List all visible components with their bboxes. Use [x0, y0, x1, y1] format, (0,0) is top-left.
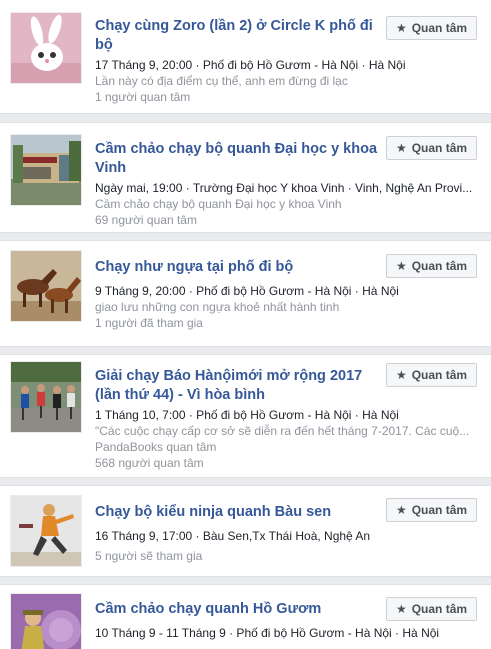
star-icon: ★ — [395, 141, 407, 155]
event-card: Chạy bộ kiểu ninja quanh Bàu sen 16 Thán… — [0, 485, 491, 577]
event-description: Lần này có địa điểm cụ thể, anh em đừng … — [95, 74, 348, 88]
interested-button[interactable]: ★ Quan tâm — [386, 363, 477, 387]
interested-button[interactable]: ★ Quan tâm — [386, 254, 477, 278]
interested-button[interactable]: ★ Quan tâm — [386, 16, 477, 40]
event-date-location: 9 Tháng 9, 20:00 · Phố đi bộ Hồ Gươm - H… — [95, 284, 399, 298]
event-card: Chạy cùng Zoro (lần 2) ở Circle K phố đi… — [0, 0, 491, 114]
event-card: Chạy như ngựa tại phố đi bộ 9 Tháng 9, 2… — [0, 240, 491, 347]
event-interest-count: 568 người quan tâm — [95, 456, 204, 470]
star-icon: ★ — [395, 259, 407, 273]
pan-warrior-image — [11, 594, 81, 649]
event-thumbnail-university[interactable] — [10, 134, 82, 206]
rabbit-image — [11, 13, 81, 83]
interested-button[interactable]: ★ Quan tâm — [386, 597, 477, 621]
event-list: Chạy cùng Zoro (lần 2) ở Circle K phố đi… — [0, 0, 491, 649]
event-date-location: 16 Tháng 9, 17:00 · Bàu Sen,Tx Thái Hoà,… — [95, 529, 371, 543]
event-title[interactable]: Cầm chảo chạy quanh Hồ Gươm — [95, 600, 377, 619]
horses-image — [11, 251, 81, 321]
star-icon: ★ — [395, 503, 407, 517]
event-date-location: Ngày mai, 19:00 · Trường Đại học Y khoa … — [95, 181, 473, 195]
event-description: "Các cuộc chạy cấp cơ sở sẽ diễn ra đến … — [95, 424, 470, 438]
event-thumbnail-ninja[interactable] — [10, 495, 82, 567]
event-card: Cầm chảo chạy bộ quanh Đại học y khoa Vi… — [0, 122, 491, 233]
event-card: Cầm chảo chạy quanh Hồ Gươm 10 Tháng 9 -… — [0, 584, 491, 649]
event-thumbnail-rabbit[interactable] — [10, 12, 82, 84]
event-title[interactable]: Chạy bộ kiểu ninja quanh Bàu sen — [95, 503, 377, 522]
event-card: Giải chạy Báo Hànộimới mở rộng 2017 (lần… — [0, 354, 491, 478]
event-thumbnail-pan-warrior[interactable] — [10, 593, 82, 649]
ninja-image — [11, 496, 81, 566]
event-date-location: 1 Tháng 10, 7:00 · Phố đi bộ Hồ Gươm - H… — [95, 408, 399, 422]
event-title[interactable]: Chạy cùng Zoro (lần 2) ở Circle K phố đi… — [95, 17, 377, 55]
star-icon: ★ — [395, 368, 407, 382]
event-date-location: 10 Tháng 9 - 11 Tháng 9 · Phố đi bộ Hồ G… — [95, 626, 440, 640]
event-interest-count: 1 người đã tham gia — [95, 316, 203, 330]
event-date-location: 17 Tháng 9, 20:00 · Phố đi bộ Hồ Gươm - … — [95, 58, 406, 72]
event-title[interactable]: Cầm chảo chạy bộ quanh Đại học y khoa Vi… — [95, 140, 377, 178]
event-interest-count: 1 người quan tâm — [95, 90, 191, 104]
event-description: giao lưu những con ngựa khoẻ nhất hành t… — [95, 300, 340, 314]
event-description: Cầm chảo chạy bộ quanh Đại học y khoa Vi… — [95, 197, 342, 211]
interested-button[interactable]: ★ Quan tâm — [386, 136, 477, 160]
event-interest-count: 69 người quan tâm — [95, 213, 197, 227]
interested-button[interactable]: ★ Quan tâm — [386, 498, 477, 522]
runners-image — [11, 362, 81, 432]
star-icon: ★ — [395, 21, 407, 35]
event-thumbnail-runners[interactable] — [10, 361, 82, 433]
event-title[interactable]: Chạy như ngựa tại phố đi bộ — [95, 258, 377, 277]
friend-interested: PandaBooks quan tâm — [95, 440, 217, 454]
event-title[interactable]: Giải chạy Báo Hànộimới mở rộng 2017 (lần… — [95, 367, 377, 405]
university-gate-image — [11, 135, 81, 205]
star-icon: ★ — [395, 602, 407, 616]
event-thumbnail-horses[interactable] — [10, 250, 82, 322]
event-interest-count: 5 người sẽ tham gia — [95, 549, 203, 563]
